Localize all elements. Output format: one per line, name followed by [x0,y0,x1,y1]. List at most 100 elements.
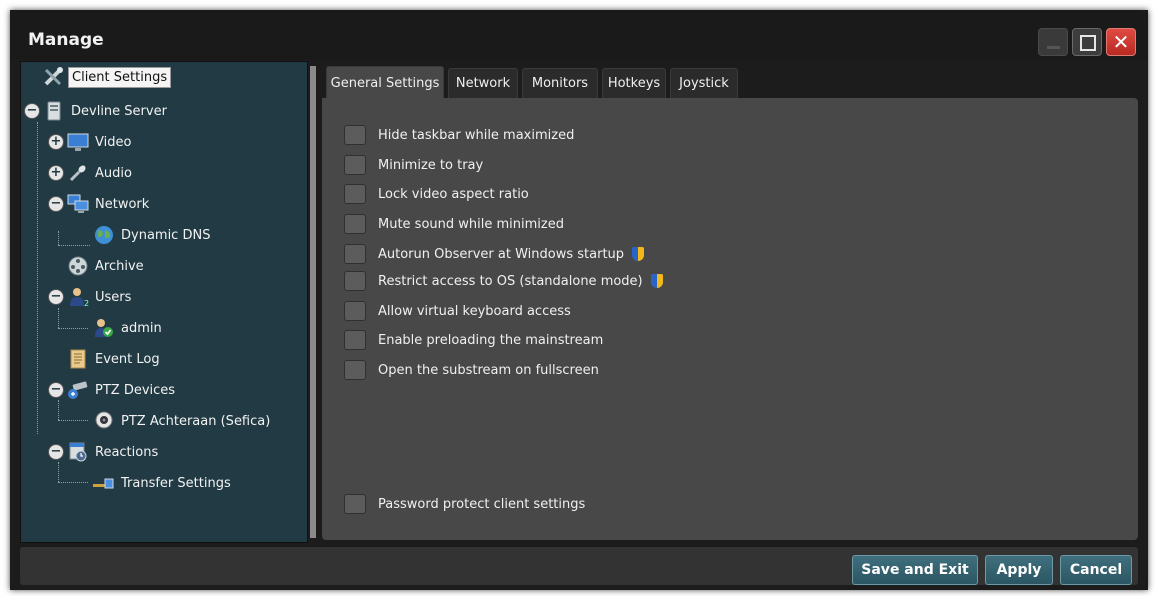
film-reel-icon [67,256,89,276]
hide-taskbar-checkbox[interactable] [344,125,366,145]
tree-guide [37,122,38,434]
lock-aspect-ratio-checkbox[interactable] [344,184,366,204]
option-label: Minimize to tray [378,157,484,173]
tree-item-audio[interactable]: Audio [67,162,135,184]
tree-guide [58,420,88,421]
tree-guide [58,245,90,246]
tree-guide [58,400,59,420]
user-check-icon [93,318,115,338]
tree-guide [58,308,59,328]
collapse-toggle[interactable]: − [49,290,63,304]
option-row[interactable]: Minimize to tray [344,153,483,177]
option-label: Lock video aspect ratio [378,186,529,202]
option-row[interactable]: Enable preloading the mainstream [344,328,603,352]
tree-item-label: Client Settings [68,66,172,88]
collapse-toggle[interactable]: − [49,383,63,397]
password-protect-checkbox[interactable] [344,494,366,514]
tree-item-label: Video [95,134,132,150]
monitor-icon [67,132,89,152]
tree-item-admin[interactable]: admin [93,317,165,339]
settings-tree[interactable]: Client Settings − Devline Server + Video… [20,61,308,543]
option-label: Open the substream on fullscreen [378,362,599,378]
tab-joystick[interactable]: Joystick [670,68,738,98]
option-row[interactable]: Password protect client settings [344,492,585,516]
tree-item-label: Users [95,289,132,305]
tree-item-client-settings[interactable]: Client Settings [43,66,172,88]
option-label: Autorun Observer at Windows startup [378,246,625,262]
mute-sound-checkbox[interactable] [344,214,366,234]
tab-hotkeys[interactable]: Hotkeys [602,68,666,98]
option-row[interactable]: Mute sound while minimized [344,212,564,236]
close-button[interactable]: ✕ [1106,28,1136,56]
option-row[interactable]: Restrict access to OS (standalone mode) [344,269,663,293]
autorun-checkbox[interactable] [344,244,366,264]
tree-item-event-log[interactable]: Event Log [67,348,163,370]
window-title: Manage [28,30,104,50]
option-row[interactable]: Allow virtual keyboard access [344,299,571,323]
tree-guide [58,328,88,329]
substream-fullscreen-checkbox[interactable] [344,360,366,380]
tree-item-devline-server[interactable]: Devline Server [43,100,170,122]
tree-item-reactions[interactable]: Reactions [67,441,161,463]
save-and-exit-button[interactable]: Save and Exit [852,555,978,585]
collapse-toggle[interactable]: − [49,445,63,459]
tree-item-label: Event Log [95,351,160,367]
expand-toggle[interactable]: + [49,135,63,149]
maximize-button[interactable] [1072,28,1102,56]
restrict-os-checkbox[interactable] [344,271,366,291]
tree-item-network[interactable]: Network [67,193,152,215]
option-label: Restrict access to OS (standalone mode) [378,273,643,289]
tree-item-dynamic-dns[interactable]: Dynamic DNS [93,224,213,246]
option-row[interactable]: Lock video aspect ratio [344,182,529,206]
tree-item-label: Dynamic DNS [121,227,211,243]
uac-shield-icon [632,247,645,261]
option-row[interactable]: Hide taskbar while maximized [344,123,574,147]
tree-item-users[interactable]: 2 Users [67,286,134,308]
collapse-toggle[interactable]: − [49,197,63,211]
cancel-button[interactable]: Cancel [1060,555,1132,585]
microphone-icon [67,163,89,183]
tree-item-label: PTZ Devices [95,382,176,398]
tree-item-label: Archive [95,258,144,274]
svg-text:2: 2 [84,299,89,307]
tab-network[interactable]: Network [448,68,518,98]
tree-item-ptz-devices[interactable]: PTZ Devices [67,379,178,401]
tab-general-settings[interactable]: General Settings [326,66,444,99]
apply-button[interactable]: Apply [985,555,1053,585]
reactions-icon [67,442,89,462]
ptz-camera-icon [67,380,89,400]
panel-splitter[interactable] [310,66,316,538]
document-icon [67,349,89,369]
tree-item-video[interactable]: Video [67,131,134,153]
minimize-to-tray-checkbox[interactable] [344,155,366,175]
server-icon [43,101,65,121]
tree-item-archive[interactable]: Archive [67,255,147,277]
uac-shield-icon [650,274,663,288]
manage-window: Manage ✕ Client Settings − Devline Serve… [10,10,1148,590]
client-settings-icon [43,67,65,87]
minimize-button[interactable] [1038,28,1068,56]
virtual-keyboard-checkbox[interactable] [344,301,366,321]
tree-item-label: admin [121,320,162,336]
option-row[interactable]: Open the substream on fullscreen [344,358,599,382]
tab-monitors[interactable]: Monitors [522,68,598,98]
option-label: Hide taskbar while maximized [378,127,575,143]
option-label: Password protect client settings [378,496,586,512]
tree-guide [58,231,59,245]
preload-mainstream-checkbox[interactable] [344,330,366,350]
tree-item-label: PTZ Achteraan (Sefica) [121,413,271,429]
option-label: Allow virtual keyboard access [378,303,571,319]
globe-icon [93,225,115,245]
collapse-toggle[interactable]: − [25,104,39,118]
expand-toggle[interactable]: + [49,166,63,180]
tab-strip: General Settings Network Monitors Hotkey… [322,64,1138,99]
title-bar[interactable]: Manage ✕ [10,10,1148,60]
option-row[interactable]: Autorun Observer at Windows startup [344,242,645,266]
webcam-icon [93,411,115,431]
option-label: Enable preloading the mainstream [378,332,604,348]
tree-item-transfer-settings[interactable]: Transfer Settings [93,472,234,494]
tree-item-ptz-achteraan[interactable]: PTZ Achteraan (Sefica) [93,410,273,432]
general-settings-panel: Hide taskbar while maximized Minimize to… [322,98,1138,540]
network-icon [67,194,89,214]
tree-item-label: Reactions [95,444,159,460]
